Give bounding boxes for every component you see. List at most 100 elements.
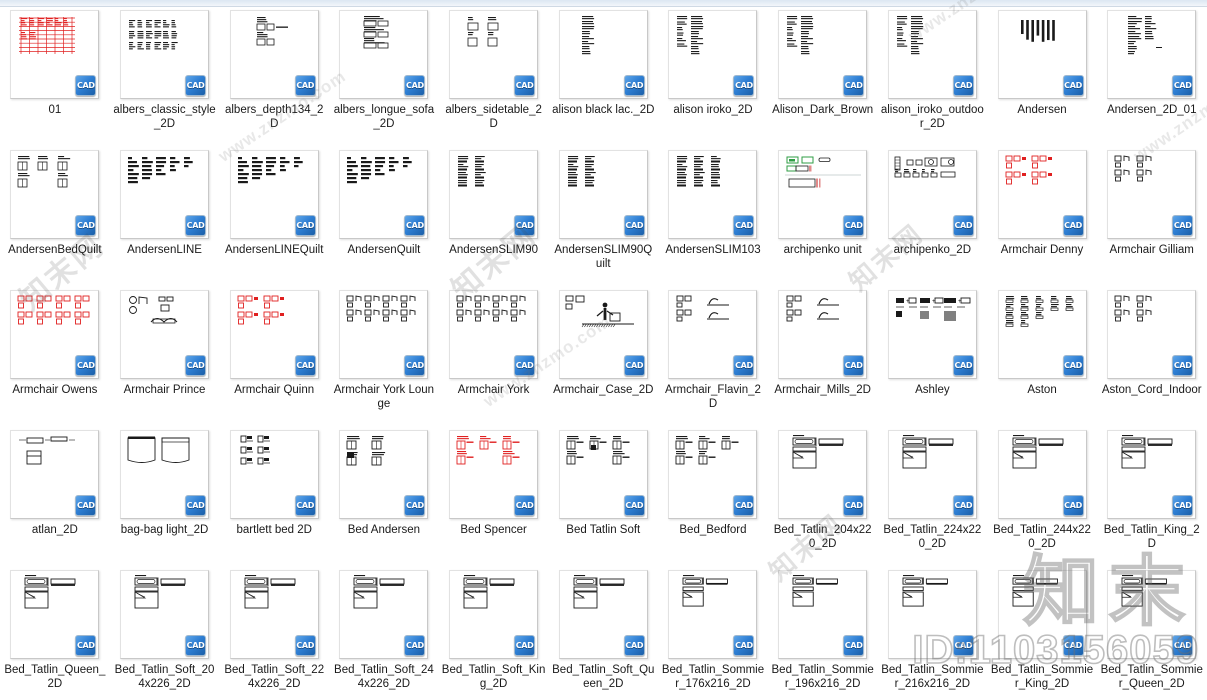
file-item[interactable]: CAD Bed Andersen bbox=[329, 428, 439, 568]
file-thumbnail[interactable]: CAD bbox=[339, 150, 429, 239]
file-item[interactable]: CAD Bed_Tatlin_224x220_2D bbox=[878, 428, 988, 568]
file-item[interactable]: + + + CAD Ashley bbox=[878, 288, 988, 428]
file-thumbnail[interactable]: CAD bbox=[668, 570, 758, 659]
file-item[interactable]: CAD Bed_Tatlin_Soft_King_2D bbox=[439, 568, 549, 700]
file-item[interactable]: CAD AndersenSLIM90Quilt bbox=[548, 148, 658, 288]
file-thumbnail[interactable]: CAD bbox=[229, 430, 319, 519]
file-item[interactable]: CAD AndersenSLIM103 bbox=[658, 148, 768, 288]
file-item[interactable]: CAD Bed Tatlin Soft bbox=[548, 428, 658, 568]
file-thumbnail[interactable]: CAD bbox=[997, 430, 1087, 519]
file-item[interactable]: CAD Bed_Tatlin_Queen_2D bbox=[0, 568, 110, 700]
file-thumbnail[interactable]: CAD bbox=[120, 10, 210, 99]
file-thumbnail[interactable]: CAD bbox=[449, 290, 539, 379]
file-thumbnail[interactable]: CAD bbox=[449, 570, 539, 659]
file-item[interactable]: CAD Aston_Cord_Indoor bbox=[1097, 288, 1207, 428]
file-item[interactable]: CAD 01 bbox=[0, 8, 110, 148]
file-item[interactable]: CAD Bed_Tatlin_Sommier_176x216_2D bbox=[658, 568, 768, 700]
file-item[interactable]: CAD Bed_Tatlin_Soft_244x226_2D bbox=[329, 568, 439, 700]
file-thumbnail[interactable]: CAD bbox=[778, 10, 868, 99]
file-item[interactable]: CAD Armchair Gilliam bbox=[1097, 148, 1207, 288]
file-item[interactable]: CAD bartlett bed 2D bbox=[219, 428, 329, 568]
file-item[interactable]: CAD albers_classic_style_2D bbox=[110, 8, 220, 148]
file-item[interactable]: CAD AndersenLINEQuilt bbox=[219, 148, 329, 288]
file-item[interactable]: CAD AndersenSLIM90 bbox=[439, 148, 549, 288]
file-thumbnail[interactable]: CAD bbox=[449, 430, 539, 519]
file-item[interactable]: CAD Bed_Tatlin_Sommier_216x216_2D bbox=[878, 568, 988, 700]
file-item[interactable]: CAD Bed_Tatlin_204x220_2D bbox=[768, 428, 878, 568]
file-item[interactable]: CAD Armchair_Flavin_2D bbox=[658, 288, 768, 428]
file-thumbnail[interactable]: CAD bbox=[668, 430, 758, 519]
file-item[interactable]: CAD archipenko unit bbox=[768, 148, 878, 288]
file-thumbnail[interactable]: CAD bbox=[10, 10, 100, 99]
file-item[interactable]: CAD Bed_Tatlin_Sommier_Queen_2D bbox=[1097, 568, 1207, 700]
file-item[interactable]: CAD AndersenQuilt bbox=[329, 148, 439, 288]
file-thumbnail[interactable]: CAD bbox=[1107, 10, 1197, 99]
file-item[interactable]: CAD Andersen bbox=[987, 8, 1097, 148]
file-thumbnail[interactable]: CAD bbox=[449, 10, 539, 99]
file-thumbnail[interactable]: CAD bbox=[229, 570, 319, 659]
file-thumbnail[interactable]: CAD bbox=[1107, 430, 1197, 519]
file-item[interactable]: CAD AndersenBedQuilt bbox=[0, 148, 110, 288]
file-item[interactable]: CAD Bed_Tatlin_Soft_224x226_2D bbox=[219, 568, 329, 700]
file-thumbnail[interactable]: CAD bbox=[558, 150, 648, 239]
file-thumbnail[interactable]: + + + CAD bbox=[887, 290, 977, 379]
file-thumbnail[interactable]: CAD bbox=[887, 10, 977, 99]
file-item[interactable]: CAD Armchair_Mills_2D bbox=[768, 288, 878, 428]
file-item[interactable]: CAD Armchair Prince bbox=[110, 288, 220, 428]
file-item[interactable]: CAD albers_sidetable_2D bbox=[439, 8, 549, 148]
file-thumbnail[interactable]: CAD bbox=[120, 150, 210, 239]
file-item[interactable]: CAD albers_longue_sofa_2D bbox=[329, 8, 439, 148]
file-item[interactable]: CAD Bed_Tatlin_King_2D bbox=[1097, 428, 1207, 568]
file-thumbnail[interactable]: CAD bbox=[10, 570, 100, 659]
file-thumbnail[interactable]: CAD bbox=[10, 430, 100, 519]
file-item[interactable]: CAD Bed_Tatlin_Soft_Queen_2D bbox=[548, 568, 658, 700]
file-item[interactable]: CAD alison iroko_2D bbox=[658, 8, 768, 148]
file-item[interactable]: CAD archipenko_2D bbox=[878, 148, 988, 288]
file-thumbnail[interactable]: CAD bbox=[1107, 570, 1197, 659]
file-item[interactable]: CAD Bed_Bedford bbox=[658, 428, 768, 568]
file-thumbnail[interactable]: CAD bbox=[668, 290, 758, 379]
file-thumbnail[interactable]: CAD bbox=[997, 10, 1087, 99]
file-thumbnail[interactable]: CAD bbox=[449, 150, 539, 239]
file-thumbnail[interactable]: CAD bbox=[558, 430, 648, 519]
file-thumbnail[interactable]: CAD bbox=[339, 10, 429, 99]
file-thumbnail[interactable]: CAD bbox=[558, 570, 648, 659]
file-item[interactable]: CAD Armchair Denny bbox=[987, 148, 1097, 288]
file-thumbnail[interactable]: CAD bbox=[997, 290, 1087, 379]
file-item[interactable]: CAD Armchair Quinn bbox=[219, 288, 329, 428]
file-thumbnail[interactable]: CAD bbox=[558, 290, 648, 379]
file-item[interactable]: CAD Armchair York bbox=[439, 288, 549, 428]
file-item[interactable]: CAD Bed Spencer bbox=[439, 428, 549, 568]
file-thumbnail[interactable]: CAD bbox=[778, 150, 868, 239]
file-thumbnail[interactable]: CAD bbox=[10, 150, 100, 239]
file-item[interactable]: CAD Bed_Tatlin_Sommier_King_2D bbox=[987, 568, 1097, 700]
file-thumbnail[interactable]: CAD bbox=[997, 150, 1087, 239]
file-thumbnail[interactable]: CAD bbox=[229, 150, 319, 239]
file-thumbnail[interactable]: CAD bbox=[120, 570, 210, 659]
file-thumbnail[interactable]: CAD bbox=[887, 430, 977, 519]
file-thumbnail[interactable]: CAD bbox=[778, 430, 868, 519]
file-thumbnail[interactable]: CAD bbox=[558, 10, 648, 99]
file-item[interactable]: CAD Bed_Tatlin_244x220_2D bbox=[987, 428, 1097, 568]
file-thumbnail[interactable]: CAD bbox=[887, 150, 977, 239]
file-item[interactable]: CAD Andersen_2D_01 bbox=[1097, 8, 1207, 148]
file-item[interactable]: CAD Bed_Tatlin_Soft_204x226_2D bbox=[110, 568, 220, 700]
file-thumbnail[interactable]: CAD bbox=[120, 430, 210, 519]
file-thumbnail[interactable]: CAD bbox=[997, 570, 1087, 659]
file-thumbnail[interactable]: CAD bbox=[778, 570, 868, 659]
file-thumbnail[interactable]: CAD bbox=[120, 290, 210, 379]
file-item[interactable]: CAD alison_iroko_outdoor_2D bbox=[878, 8, 988, 148]
file-item[interactable]: CAD Bed_Tatlin_Sommier_196x216_2D bbox=[768, 568, 878, 700]
file-thumbnail[interactable]: CAD bbox=[778, 290, 868, 379]
file-thumbnail[interactable]: CAD bbox=[668, 150, 758, 239]
file-thumbnail[interactable]: CAD bbox=[339, 290, 429, 379]
file-item[interactable]: CAD Aston bbox=[987, 288, 1097, 428]
file-item[interactable]: CAD Alison_Dark_Brown bbox=[768, 8, 878, 148]
file-item[interactable]: CAD Armchair_Case_2D bbox=[548, 288, 658, 428]
file-thumbnail[interactable]: CAD bbox=[10, 290, 100, 379]
file-thumbnail[interactable]: CAD bbox=[668, 10, 758, 99]
file-thumbnail[interactable]: CAD bbox=[229, 10, 319, 99]
file-item[interactable]: CAD AndersenLINE bbox=[110, 148, 220, 288]
file-thumbnail[interactable]: CAD bbox=[339, 430, 429, 519]
file-thumbnail[interactable]: CAD bbox=[1107, 150, 1197, 239]
